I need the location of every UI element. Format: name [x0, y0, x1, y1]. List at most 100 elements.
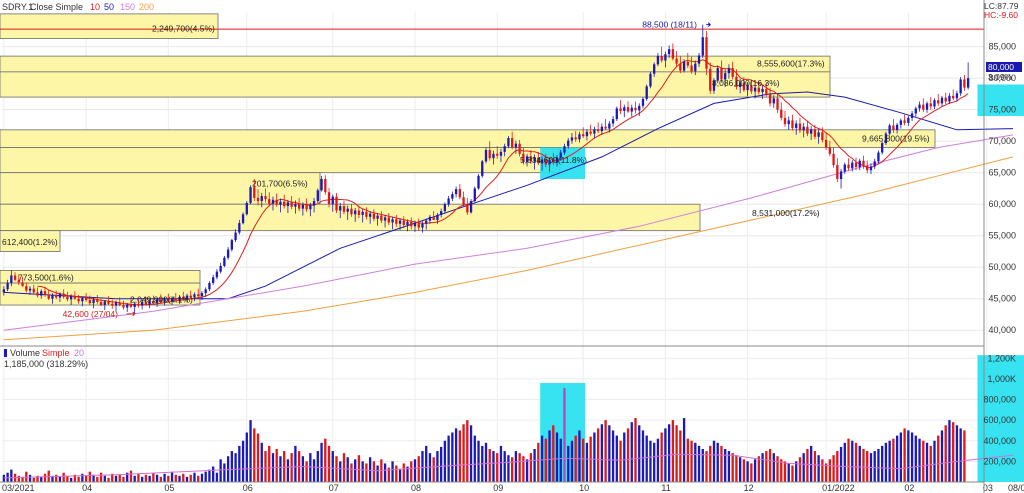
volume-bar[interactable] [843, 442, 846, 482]
volume-bar[interactable] [17, 475, 20, 482]
volume-bar[interactable] [567, 445, 570, 482]
volume-bar[interactable] [783, 461, 787, 482]
volume-bar[interactable] [249, 420, 252, 482]
volume-bar[interactable] [671, 420, 675, 482]
volume-bar[interactable] [813, 451, 817, 482]
volume-bar[interactable] [899, 432, 903, 483]
volume-bar[interactable] [462, 424, 465, 482]
volume-bar[interactable] [488, 449, 491, 482]
volume-bar[interactable] [817, 455, 820, 482]
volume-bar[interactable] [241, 440, 245, 482]
volume-bar[interactable] [798, 457, 802, 482]
volume-bar[interactable] [290, 453, 293, 482]
volume-bar[interactable] [862, 449, 865, 482]
candle[interactable] [245, 201, 248, 216]
volume-bar[interactable] [548, 430, 551, 482]
volume-bar[interactable] [712, 440, 716, 482]
volume-bar[interactable] [458, 430, 461, 482]
volume-bar[interactable] [656, 438, 660, 482]
volume-bar[interactable] [724, 449, 727, 482]
volume-bar[interactable] [787, 463, 790, 482]
volume-bar[interactable] [809, 445, 813, 482]
volume-bar[interactable] [821, 459, 824, 482]
volume-bar[interactable] [122, 476, 125, 482]
volume-bar[interactable] [533, 449, 536, 482]
volume-bar[interactable] [40, 476, 43, 482]
volume-bar[interactable] [653, 442, 656, 482]
candle[interactable] [649, 71, 652, 89]
volume-bar[interactable] [454, 428, 458, 482]
volume-bar[interactable] [309, 453, 312, 482]
volume-bar[interactable] [765, 451, 768, 482]
volume-bar[interactable] [372, 461, 376, 482]
volume-bar[interactable] [522, 456, 525, 482]
volume-bar[interactable] [182, 473, 185, 482]
volume-bar[interactable] [563, 388, 566, 482]
candle[interactable] [959, 76, 962, 96]
volume-bar[interactable] [69, 477, 73, 482]
volume-bar[interactable] [503, 451, 506, 482]
volume-bar[interactable] [511, 457, 514, 482]
volume-bar[interactable] [163, 473, 166, 482]
volume-bar[interactable] [421, 451, 424, 482]
volume-bar[interactable] [544, 438, 547, 482]
volume-bar[interactable] [204, 471, 207, 482]
volume-bar[interactable] [324, 438, 327, 482]
volume-bar[interactable] [398, 469, 402, 482]
volume-bar[interactable] [694, 442, 697, 482]
volume-bar[interactable] [234, 453, 237, 482]
volume-bar[interactable] [103, 475, 106, 482]
volume-bar[interactable] [570, 440, 574, 482]
volume-bar[interactable] [929, 445, 932, 482]
volume-bar[interactable] [167, 475, 170, 482]
volume-bar[interactable] [316, 451, 319, 482]
volume-bar[interactable] [129, 470, 133, 482]
volume-bar[interactable] [611, 430, 615, 482]
volume-bar[interactable] [738, 457, 742, 482]
volume-bar[interactable] [469, 425, 473, 482]
volume-bar[interactable] [735, 455, 738, 482]
volume-bar[interactable] [626, 428, 630, 482]
volume-bar[interactable] [697, 445, 701, 482]
volume-bar[interactable] [99, 472, 103, 482]
volume-bar[interactable] [634, 418, 637, 482]
volume-bar[interactable] [496, 453, 499, 482]
volume-bar[interactable] [559, 438, 562, 482]
volume-bar[interactable] [791, 465, 794, 483]
volume-bar[interactable] [200, 473, 204, 482]
volume-bar[interactable] [888, 440, 891, 482]
volume-bar[interactable] [776, 456, 779, 482]
volume-bar[interactable] [873, 451, 876, 482]
volume-bar[interactable] [963, 430, 966, 482]
volume-bar[interactable] [159, 476, 163, 482]
volume-bar[interactable] [312, 459, 316, 482]
volume-bar[interactable] [77, 476, 80, 482]
volume-bar[interactable] [350, 463, 353, 482]
volume-bar[interactable] [667, 424, 671, 482]
volume-bar[interactable] [757, 456, 760, 482]
volume-bar[interactable] [253, 428, 256, 482]
volume-bar[interactable] [88, 471, 91, 482]
volume-bar[interactable] [585, 442, 589, 482]
volume-bar[interactable] [720, 445, 723, 482]
volume-bar[interactable] [940, 430, 944, 482]
volume-bar[interactable] [327, 445, 331, 482]
volume-bar[interactable] [959, 428, 962, 482]
volume-bar[interactable] [43, 473, 47, 482]
volume-bar[interactable] [753, 459, 757, 482]
volume-bar[interactable] [84, 475, 88, 482]
candle[interactable] [469, 199, 473, 214]
volume-bar[interactable] [604, 420, 607, 482]
candle[interactable] [473, 186, 476, 203]
volume-bar[interactable] [649, 440, 652, 482]
volume-bar[interactable] [877, 449, 880, 482]
volume-bar[interactable] [58, 476, 62, 482]
volume-bar[interactable] [492, 451, 495, 482]
volume-bar[interactable] [376, 465, 379, 483]
volume-bar[interactable] [952, 422, 955, 482]
volume-bar[interactable] [881, 445, 884, 482]
volume-bar[interactable] [537, 442, 540, 482]
volume-bar[interactable] [933, 440, 936, 482]
volume-bar[interactable] [529, 453, 533, 482]
volume-bar[interactable] [215, 472, 219, 482]
